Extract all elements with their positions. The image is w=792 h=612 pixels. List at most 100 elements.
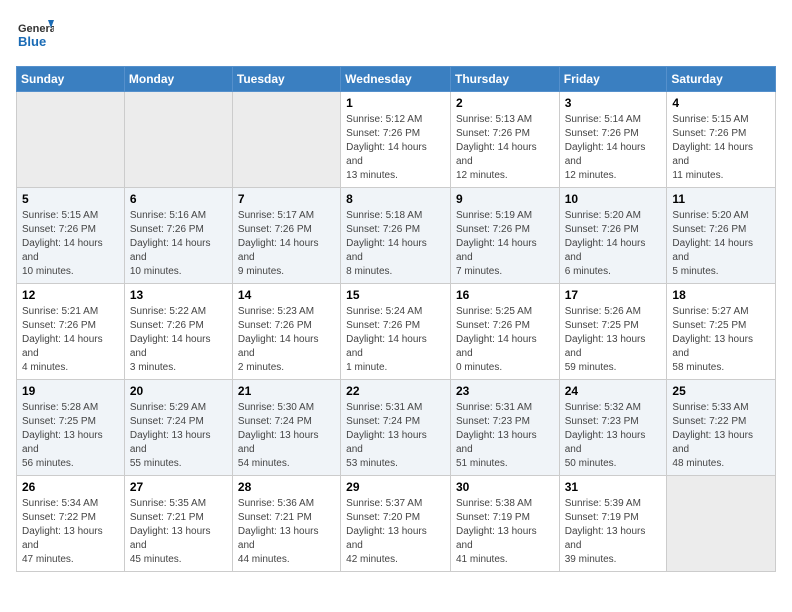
calendar-cell: 3Sunrise: 5:14 AMSunset: 7:26 PMDaylight… [559,92,667,188]
sunset-line: Sunset: 7:26 PM [238,319,335,333]
sunrise-line: Sunrise: 5:37 AM [346,497,445,511]
daylight-label: Daylight: 14 hours and10 minutes. [130,237,227,279]
calendar-cell: 15Sunrise: 5:24 AMSunset: 7:26 PMDayligh… [341,284,451,380]
day-number: 27 [130,480,227,494]
sunset-line: Sunset: 7:22 PM [672,415,770,429]
sunrise-line: Sunrise: 5:24 AM [346,305,445,319]
sunrise-line: Sunrise: 5:35 AM [130,497,227,511]
calendar-cell: 26Sunrise: 5:34 AMSunset: 7:22 PMDayligh… [17,476,125,572]
day-number: 26 [22,480,119,494]
calendar-cell: 19Sunrise: 5:28 AMSunset: 7:25 PMDayligh… [17,380,125,476]
day-info: Sunrise: 5:29 AMSunset: 7:24 PMDaylight:… [130,401,227,471]
daylight-label: Daylight: 14 hours and7 minutes. [456,237,554,279]
calendar-cell: 1 Sunrise: 5:12 AMSunset: 7:26 PMDaylight… [341,92,451,188]
day-number: 19 [22,384,119,398]
sunrise-line: Sunrise: 5:20 AM [672,209,770,223]
sunset-line: Sunset: 7:19 PM [456,511,554,525]
daylight-label: Daylight: 13 hours and50 minutes. [565,429,662,471]
sunrise-line: Sunrise: 5:19 AM [456,209,554,223]
calendar-table: SundayMondayTuesdayWednesdayThursdayFrid… [16,66,776,572]
weekday-header: Saturday [667,67,776,92]
sunset-line: Sunset: 7:21 PM [238,511,335,525]
sunrise-line: Sunrise: 5:15 AM [672,113,770,127]
sunrise-line: Sunrise: 5:39 AM [565,497,662,511]
sunset-line: Sunset: 7:26 PM [456,127,554,141]
sunrise-line: Sunrise: 5:20 AM [565,209,662,223]
daylight-label: Daylight: 13 hours and48 minutes. [672,429,770,471]
day-number: 22 [346,384,445,398]
daylight-label: Daylight: 14 hours and2 minutes. [238,333,335,375]
daylight-label: Daylight: 14 hours and13 minutes. [346,141,445,183]
calendar-cell: 6Sunrise: 5:16 AMSunset: 7:26 PMDaylight… [124,188,232,284]
sunset-line: Sunset: 7:26 PM [346,223,445,237]
calendar-cell: 22Sunrise: 5:31 AMSunset: 7:24 PMDayligh… [341,380,451,476]
sunrise-line: Sunrise: 5:31 AM [346,401,445,415]
day-info: Sunrise: 5:26 AMSunset: 7:25 PMDaylight:… [565,305,662,375]
daylight-label: Daylight: 14 hours and10 minutes. [22,237,119,279]
sunset-line: Sunset: 7:25 PM [565,319,662,333]
day-number: 17 [565,288,662,302]
sunset-line: Sunset: 7:26 PM [346,319,445,333]
sunset-line: Sunset: 7:26 PM [238,223,335,237]
daylight-label: Daylight: 13 hours and56 minutes. [22,429,119,471]
sunrise-line: Sunrise: 5:32 AM [565,401,662,415]
day-info: Sunrise: 5:19 AMSunset: 7:26 PMDaylight:… [456,209,554,279]
day-number: 23 [456,384,554,398]
day-number: 16 [456,288,554,302]
daylight-label: Daylight: 13 hours and53 minutes. [346,429,445,471]
daylight-label: Daylight: 14 hours and12 minutes. [565,141,662,183]
day-info: Sunrise: 5:17 AMSunset: 7:26 PMDaylight:… [238,209,335,279]
sunset-line: Sunset: 7:26 PM [346,127,445,141]
sunrise-line: Sunrise: 5:34 AM [22,497,119,511]
day-info: Sunrise: 5:14 AMSunset: 7:26 PMDaylight:… [565,113,662,183]
calendar-cell: 27Sunrise: 5:35 AMSunset: 7:21 PMDayligh… [124,476,232,572]
sunrise-line: Sunrise: 5:12 AM [346,113,445,127]
calendar-cell: 30 Sunrise: 5:38 AMSunset: 7:19 PMDayligh… [450,476,559,572]
calendar-cell: 7Sunrise: 5:17 AMSunset: 7:26 PMDaylight… [232,188,340,284]
calendar-cell: 8Sunrise: 5:18 AMSunset: 7:26 PMDaylight… [341,188,451,284]
day-info: Sunrise: 5:32 AMSunset: 7:23 PMDaylight:… [565,401,662,471]
day-info: Sunrise: 5:38 AMSunset: 7:19 PMDaylight:… [456,497,554,567]
day-info: Sunrise: 5:36 AMSunset: 7:21 PMDaylight:… [238,497,335,567]
calendar-cell: 21Sunrise: 5:30 AMSunset: 7:24 PMDayligh… [232,380,340,476]
sunrise-line: Sunrise: 5:29 AM [130,401,227,415]
day-info: Sunrise: 5:27 AMSunset: 7:25 PMDaylight:… [672,305,770,375]
sunrise-line: Sunrise: 5:21 AM [22,305,119,319]
sunset-line: Sunset: 7:26 PM [22,223,119,237]
day-number: 24 [565,384,662,398]
sunset-line: Sunset: 7:24 PM [130,415,227,429]
day-number: 15 [346,288,445,302]
day-info: Sunrise: 5:15 AMSunset: 7:26 PMDaylight:… [672,113,770,183]
day-number: 11 [672,192,770,206]
daylight-label: Daylight: 14 hours and12 minutes. [456,141,554,183]
calendar-cell: 29Sunrise: 5:37 AMSunset: 7:20 PMDayligh… [341,476,451,572]
calendar-cell: 18Sunrise: 5:27 AMSunset: 7:25 PMDayligh… [667,284,776,380]
weekday-header: Monday [124,67,232,92]
sunset-line: Sunset: 7:25 PM [22,415,119,429]
daylight-label: Daylight: 13 hours and58 minutes. [672,333,770,375]
calendar-cell: 13Sunrise: 5:22 AMSunset: 7:26 PMDayligh… [124,284,232,380]
calendar-cell: 14Sunrise: 5:23 AMSunset: 7:26 PMDayligh… [232,284,340,380]
daylight-label: Daylight: 13 hours and55 minutes. [130,429,227,471]
sunrise-line: Sunrise: 5:25 AM [456,305,554,319]
sunset-line: Sunset: 7:22 PM [22,511,119,525]
day-info: Sunrise: 5:12 AMSunset: 7:26 PMDaylight:… [346,113,445,183]
calendar-header: SundayMondayTuesdayWednesdayThursdayFrid… [17,67,776,92]
day-number: 1 [346,96,445,110]
daylight-label: Daylight: 13 hours and44 minutes. [238,525,335,567]
day-info: Sunrise: 5:37 AMSunset: 7:20 PMDaylight:… [346,497,445,567]
day-number: 30 [456,480,554,494]
calendar-cell: 4Sunrise: 5:15 AMSunset: 7:26 PMDaylight… [667,92,776,188]
daylight-label: Daylight: 13 hours and39 minutes. [565,525,662,567]
page-header: General Blue [16,16,776,54]
day-info: Sunrise: 5:21 AMSunset: 7:26 PMDaylight:… [22,305,119,375]
sunrise-line: Sunrise: 5:16 AM [130,209,227,223]
day-number: 6 [130,192,227,206]
day-info: Sunrise: 5:33 AMSunset: 7:22 PMDaylight:… [672,401,770,471]
calendar-cell: 10Sunrise: 5:20 AMSunset: 7:26 PMDayligh… [559,188,667,284]
day-number: 2 [456,96,554,110]
daylight-label: Daylight: 13 hours and51 minutes. [456,429,554,471]
weekday-header: Thursday [450,67,559,92]
calendar-cell: 28Sunrise: 5:36 AMSunset: 7:21 PMDayligh… [232,476,340,572]
day-number: 5 [22,192,119,206]
